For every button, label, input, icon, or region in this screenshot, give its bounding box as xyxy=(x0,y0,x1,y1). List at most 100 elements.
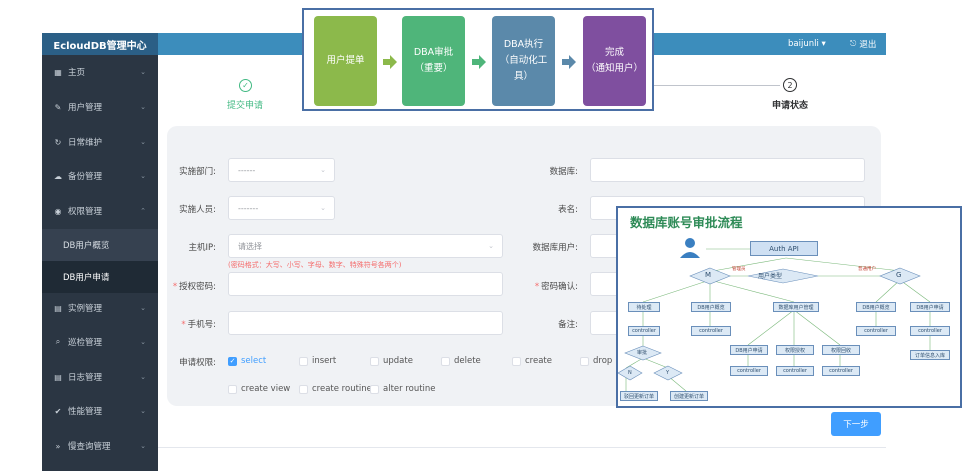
file-icon: ▤ xyxy=(54,303,62,313)
implementer-select[interactable]: ------- ⌄ xyxy=(228,196,335,220)
sidebar-item-label: 日志管理 xyxy=(68,373,103,383)
process-step-dba-execute: DBA执行 （自动化工 具） xyxy=(492,16,555,106)
diagram-label-manager: 管理员 xyxy=(732,267,746,272)
process-step-text: DBA执行 xyxy=(503,39,544,50)
dept-select[interactable]: ------ ⌄ xyxy=(228,158,335,182)
step-2-number: 2 xyxy=(783,78,797,92)
diagram-node-approve: 审批 xyxy=(637,350,648,356)
sidebar-item-user-management[interactable]: ✎ 用户管理 ⌄ xyxy=(42,90,158,124)
implementer-label: 实施人员: xyxy=(179,205,216,215)
process-step-submit: 用户提单 xyxy=(314,16,377,106)
arrow-right-icon xyxy=(472,55,486,69)
diagram-node-grant: 权限授权 xyxy=(776,345,814,355)
sidebar-item-inspection-management[interactable]: ⌕ 巡检管理 ⌄ xyxy=(42,325,158,359)
db-select[interactable] xyxy=(590,158,865,182)
sidebar-item-backup-management[interactable]: ☁ 备份管理 ⌄ xyxy=(42,159,158,193)
host-select-placeholder: 请选择 xyxy=(238,241,262,251)
chevron-down-icon: ⌄ xyxy=(140,103,146,111)
pencil-icon: ✎ xyxy=(54,102,62,112)
permission-checkbox-alter-routine[interactable]: alter routine xyxy=(370,384,436,394)
permission-checkbox-create-view[interactable]: create view xyxy=(228,384,290,394)
diagram-node-controller: controller xyxy=(691,326,731,336)
process-step-text: （自动化工 xyxy=(499,55,548,66)
chevron-down-icon: ⌄ xyxy=(320,166,326,174)
chevron-down-icon: ⌄ xyxy=(140,304,146,312)
implementer-select-value: ------- xyxy=(238,203,259,213)
chevron-down-icon: ⌄ xyxy=(140,338,146,346)
user-menu[interactable]: baijunli ▾ xyxy=(788,33,826,55)
sidebar-item-slow-query-management[interactable]: » 慢查询管理 ⌄ xyxy=(42,429,158,463)
host-select[interactable]: 请选择 ⌄ xyxy=(228,234,503,258)
permission-checkbox-create-routine[interactable]: create routine xyxy=(299,384,372,394)
permission-label-text: update xyxy=(383,356,413,366)
sidebar-item-label: 巡检管理 xyxy=(68,338,103,348)
permission-checkbox-select[interactable]: ✓ select xyxy=(228,356,266,366)
diagram-node-controller: controller xyxy=(730,366,768,376)
diagram-node-db-user-overview-g: DB用户概览 xyxy=(856,302,896,312)
required-mark: * xyxy=(172,282,178,292)
check-circle-icon: ✔ xyxy=(54,406,62,416)
step-connector xyxy=(652,85,780,86)
permission-checkbox-update[interactable]: update xyxy=(370,356,413,366)
sidebar-item-log-management[interactable]: ▤ 日志管理 ⌄ xyxy=(42,360,158,394)
phone-label: * 手机号: xyxy=(170,318,216,330)
diagram-node-revoke: 权限回收 xyxy=(822,345,860,355)
password-input[interactable] xyxy=(228,272,503,296)
password-format-hint: (密码格式：大写、小写、字母、数字、特殊符号各两个) xyxy=(228,261,402,269)
phone-label-text: 手机号: xyxy=(187,320,216,330)
process-step-complete: 完成 （通知用户） xyxy=(583,16,646,106)
chevron-down-icon: ⌄ xyxy=(140,373,146,381)
checkbox-icon xyxy=(441,356,450,366)
diagram-node-order-storage: 订单信息入库 xyxy=(910,350,950,360)
chevron-up-icon: ⌃ xyxy=(140,207,146,215)
required-mark: * xyxy=(181,320,186,330)
process-step-text: 完成 xyxy=(604,47,624,58)
password-label-text: 授权密码: xyxy=(179,282,216,292)
app-screen: EcloudDB管理中心 ▦ 主页 ⌄ ✎ 用户管理 ⌄ ↻ 日常维护 ⌄ ☁ … xyxy=(0,0,962,471)
password-label: * 授权密码: xyxy=(170,280,216,292)
process-step-text: （重要） xyxy=(414,63,453,74)
db-label: 数据库: xyxy=(549,167,578,177)
sidebar-item-instance-management[interactable]: ▤ 实例管理 ⌄ xyxy=(42,291,158,325)
checkbox-checked-icon: ✓ xyxy=(228,356,237,366)
password-confirm-label-text: 密码确认: xyxy=(541,282,578,292)
permission-checkbox-drop[interactable]: drop xyxy=(580,356,612,366)
logout-link[interactable]: ⎋ 退出 xyxy=(850,33,876,55)
step-2-label: 申请状态 xyxy=(772,101,809,111)
permission-checkbox-create[interactable]: create xyxy=(512,356,552,366)
diagram-node-g: G xyxy=(896,271,902,279)
permission-label-text: delete xyxy=(454,356,481,366)
diagram-node-db-user-management: 数据库用户管理 xyxy=(773,302,819,312)
dept-select-value: ------ xyxy=(238,165,256,175)
checkbox-icon xyxy=(370,356,379,366)
chevron-down-icon: ⌄ xyxy=(140,68,146,76)
logout-icon: ⎋ xyxy=(850,39,857,48)
sidebar: EcloudDB管理中心 ▦ 主页 ⌄ ✎ 用户管理 ⌄ ↻ 日常维护 ⌄ ☁ … xyxy=(42,33,158,471)
sidebar-item-performance-management[interactable]: ✔ 性能管理 ⌄ xyxy=(42,394,158,428)
permission-checkbox-delete[interactable]: delete xyxy=(441,356,481,366)
process-step-dba-approve: DBA审批 （重要） xyxy=(402,16,465,106)
sidebar-item-permission-management[interactable]: ◉ 权限管理 ⌃ xyxy=(42,194,158,228)
process-step-text: 用户提单 xyxy=(326,55,365,66)
diagram-node-controller: controller xyxy=(856,326,896,336)
next-step-button[interactable]: 下一步 xyxy=(831,412,881,436)
diagram-node-m: M xyxy=(705,271,712,279)
sidebar-subitem-db-user-apply[interactable]: DB用户申请 xyxy=(42,261,158,293)
sidebar-item-label: 性能管理 xyxy=(68,407,103,417)
checkbox-icon xyxy=(512,356,521,366)
permission-checkbox-insert[interactable]: insert xyxy=(299,356,336,366)
checkbox-icon xyxy=(370,384,379,394)
sidebar-item-label: 用户管理 xyxy=(68,103,103,113)
diagram-node-db-user-apply-g: DB用户申请 xyxy=(910,302,950,312)
sidebar-item-home[interactable]: ▦ 主页 ⌄ xyxy=(42,55,158,89)
required-mark: * xyxy=(534,282,540,292)
user-avatar-icon xyxy=(680,238,700,258)
app-brand: EcloudDB管理中心 xyxy=(42,33,158,55)
sidebar-item-label: 备份管理 xyxy=(68,172,103,182)
phone-input[interactable] xyxy=(228,311,503,335)
diagram-label-normal-user: 普通用户 xyxy=(858,267,876,272)
sidebar-item-label: 主页 xyxy=(68,68,86,78)
sidebar-item-daily-maintenance[interactable]: ↻ 日常维护 ⌄ xyxy=(42,125,158,159)
sidebar-subitem-db-user-overview[interactable]: DB用户概览 xyxy=(42,229,158,261)
checkbox-icon xyxy=(299,356,308,366)
